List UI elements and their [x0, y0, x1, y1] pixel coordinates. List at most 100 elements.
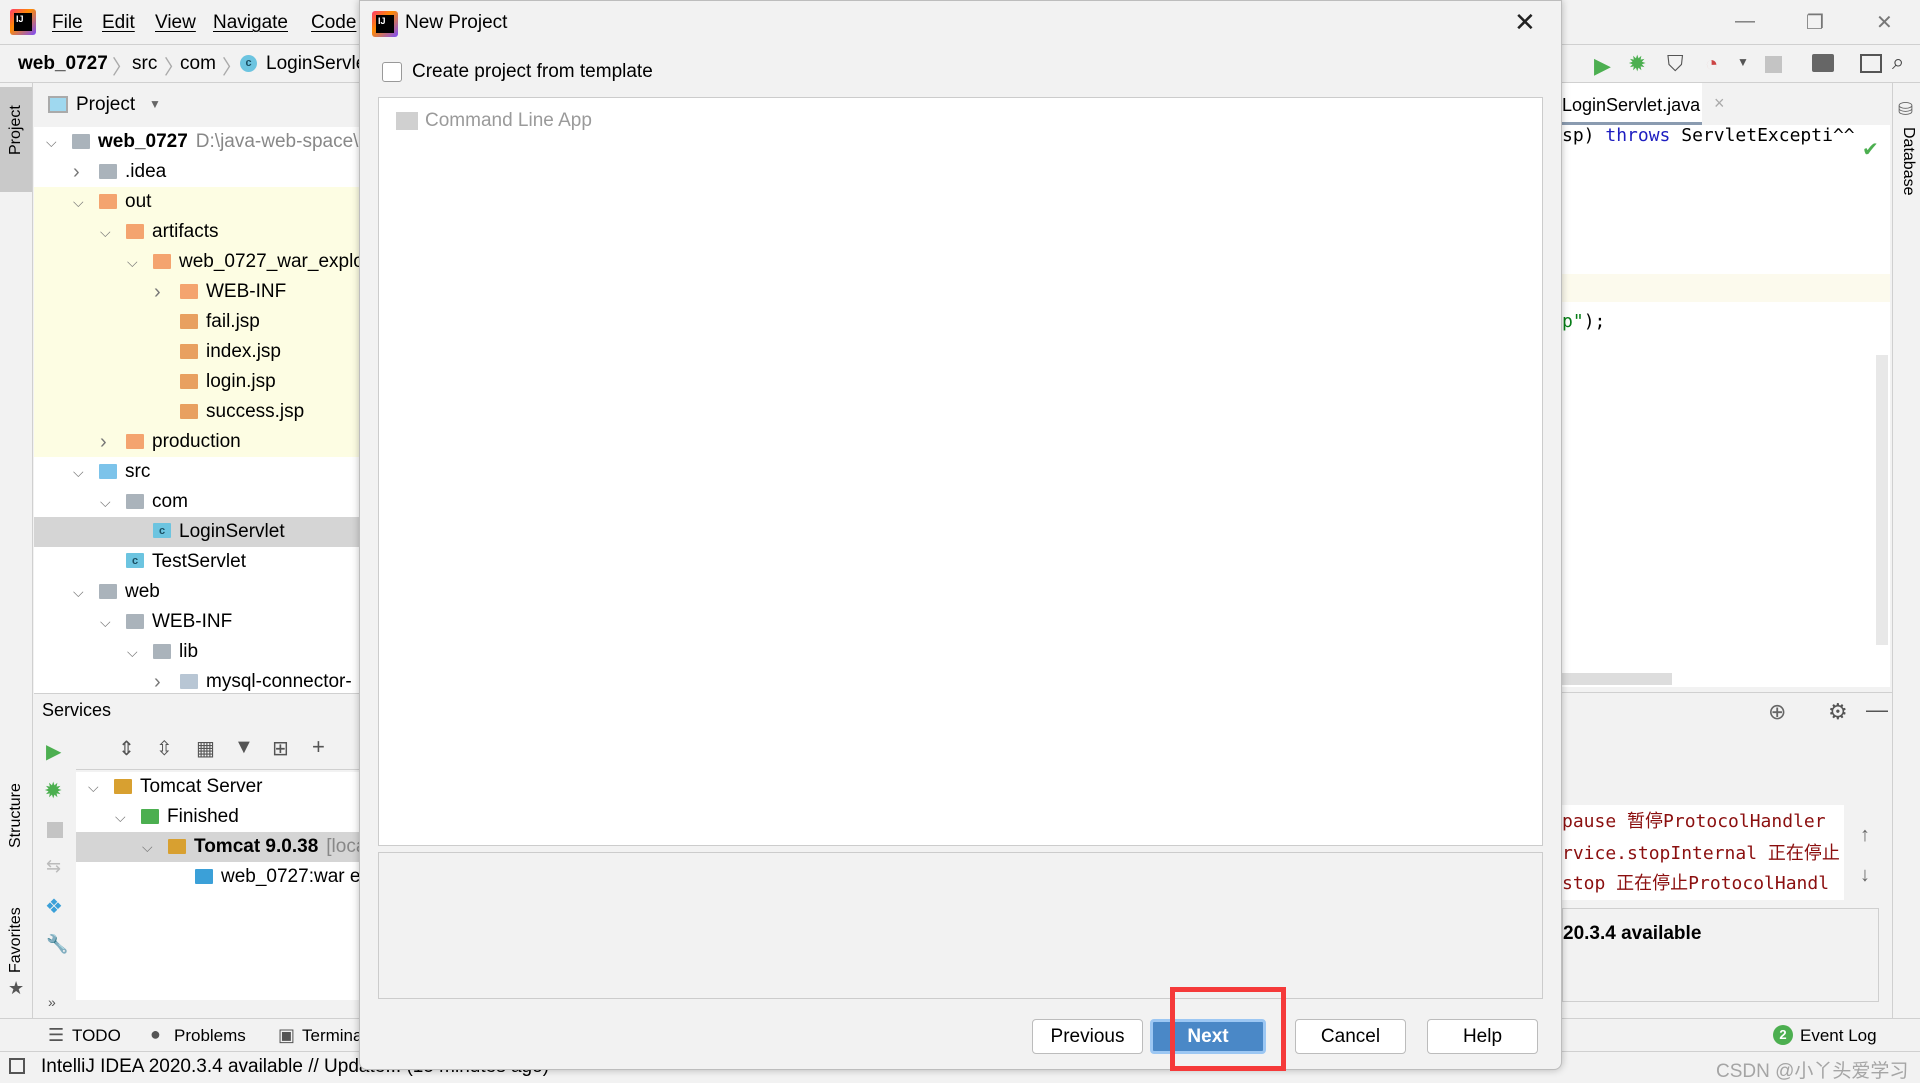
debug-icon[interactable]: ✹ — [1628, 51, 1646, 77]
todo-tab[interactable]: TODO — [72, 1026, 121, 1046]
terminal-tab[interactable]: Terminal — [302, 1026, 366, 1046]
expand-all-icon[interactable]: ⇕ — [118, 736, 135, 761]
tree-row[interactable]: login.jsp — [34, 367, 364, 397]
chevron-down-icon[interactable]: ⌵ — [100, 607, 111, 637]
tree-row[interactable]: ⌵ artifacts — [34, 217, 364, 247]
chevron-right-icon[interactable]: › — [100, 427, 107, 457]
run-icon[interactable]: ▶ — [46, 739, 61, 764]
favorites-tool-tab[interactable]: Favorites — [7, 907, 25, 973]
editor-scrollbar[interactable] — [1876, 355, 1888, 645]
breadcrumb-src[interactable]: src — [132, 53, 157, 75]
search-icon[interactable]: ⌕ — [1892, 49, 1904, 75]
breadcrumb-project[interactable]: web_0727 — [18, 53, 108, 75]
menu-edit[interactable]: Edit — [102, 12, 135, 34]
crosshair-icon[interactable]: ⊕ — [1768, 699, 1786, 725]
problems-tab[interactable]: Problems — [174, 1026, 246, 1046]
tree-row[interactable]: ⌵ lib — [34, 637, 364, 667]
project-view-selector[interactable]: Project — [76, 94, 135, 116]
close-dialog-icon[interactable]: ✕ — [1514, 7, 1536, 38]
tree-row[interactable]: › WEB-INF — [34, 277, 364, 307]
tree-row[interactable]: ⌵ src — [34, 457, 364, 487]
status-toggle-icon[interactable] — [9, 1058, 25, 1074]
tree-row[interactable]: ⌵ web — [34, 577, 364, 607]
group-icon[interactable]: ▦ — [196, 736, 215, 761]
tree-row[interactable]: ⌵ Tomcat 9.0.38 [local] — [76, 832, 406, 862]
tree-row[interactable]: › production — [34, 427, 364, 457]
run-anything-icon[interactable] — [1860, 54, 1882, 73]
artifact-icon[interactable]: ❖ — [45, 894, 63, 919]
chevron-down-icon[interactable]: ⌵ — [100, 217, 111, 247]
project-structure-icon[interactable] — [1812, 54, 1834, 72]
event-log-tab[interactable]: Event Log — [1800, 1026, 1877, 1046]
scroll-up-icon[interactable]: ↑ — [1860, 824, 1870, 847]
cancel-button[interactable]: Cancel — [1295, 1019, 1406, 1054]
coverage-icon[interactable]: ⛉ — [1667, 51, 1684, 77]
chevron-down-icon[interactable]: ⌵ — [142, 832, 153, 862]
database-tool-tab[interactable]: Database — [1899, 127, 1917, 196]
tree-row[interactable]: fail.jsp — [34, 307, 364, 337]
chevron-down-icon[interactable]: ⌵ — [115, 802, 126, 832]
close-tab-icon[interactable]: × — [1714, 93, 1725, 114]
chevron-down-icon[interactable]: ⌵ — [100, 487, 111, 517]
tree-row[interactable]: ⌵ Tomcat Server — [76, 772, 406, 802]
stop-icon[interactable] — [1765, 56, 1782, 73]
chevron-down-icon[interactable]: ⌵ — [127, 637, 138, 667]
editor-tab-loginservlet[interactable]: LoginServlet.java × — [1562, 83, 1725, 125]
tree-row[interactable]: c LoginServlet — [34, 517, 364, 547]
tree-row[interactable]: ⌵ com — [34, 487, 364, 517]
template-checkbox-label[interactable]: Create project from template — [412, 61, 653, 83]
collapse-all-icon[interactable]: ⇳ — [156, 736, 173, 761]
chevron-down-icon[interactable]: ⌵ — [46, 127, 57, 157]
menu-code[interactable]: Code — [311, 12, 356, 34]
run-icon[interactable]: ▶ — [1594, 53, 1611, 79]
tree-row[interactable]: › mysql-connector- — [34, 667, 364, 693]
tree-row[interactable]: ⌵ Finished — [76, 802, 406, 832]
menu-file[interactable]: File — [52, 12, 83, 34]
tree-row[interactable]: web_0727:war exploded — [76, 862, 427, 892]
editor-hscrollbar[interactable] — [1562, 673, 1672, 685]
tree-row[interactable]: ⌵ WEB-INF — [34, 607, 364, 637]
update-notification[interactable]: 20.3.4 available — [1562, 908, 1879, 1002]
debug-icon[interactable]: ✹ — [44, 778, 62, 804]
tree-row[interactable]: ⌵ web_0727_war_exploded — [34, 247, 364, 277]
structure-tool-tab[interactable]: Structure — [7, 783, 25, 848]
hide-icon[interactable]: — — [1866, 697, 1888, 723]
wrench-icon[interactable]: 🔧 — [46, 934, 68, 955]
template-checkbox[interactable] — [382, 62, 402, 82]
help-button[interactable]: Help — [1427, 1019, 1538, 1054]
deploy-icon[interactable]: ⇆ — [46, 856, 61, 877]
menu-navigate[interactable]: Navigate — [213, 12, 288, 34]
chevron-down-icon[interactable]: ⌵ — [127, 247, 138, 277]
tree-row[interactable]: c TestServlet — [34, 547, 364, 577]
restore-icon[interactable]: ❐ — [1806, 10, 1824, 35]
chevron-down-icon[interactable]: ⌵ — [73, 577, 84, 607]
tree-row[interactable]: index.jsp — [34, 337, 364, 367]
chevron-right-icon[interactable]: › — [154, 667, 161, 693]
chevron-right-icon[interactable]: › — [73, 157, 80, 187]
breadcrumb-class[interactable]: LoginServlet — [266, 53, 372, 75]
chevron-right-icon[interactable]: › — [154, 277, 161, 307]
scroll-down-icon[interactable]: ↓ — [1860, 864, 1870, 887]
gear-icon[interactable]: ⚙ — [1828, 699, 1848, 725]
code-editor[interactable]: sp) throws ServletExcepti^^ ✔ p"); — [1562, 125, 1890, 687]
tree-row[interactable]: ⌵ out — [34, 187, 364, 217]
previous-button[interactable]: Previous — [1032, 1019, 1143, 1054]
menu-view[interactable]: View — [155, 12, 196, 34]
project-tool-tab[interactable]: Project — [0, 87, 32, 192]
template-item[interactable]: Command Line App — [425, 110, 592, 132]
chevron-down-icon[interactable]: ▼ — [149, 97, 161, 111]
template-list[interactable]: Command Line App — [378, 97, 1543, 846]
stop-icon[interactable] — [47, 822, 63, 838]
chevron-down-icon[interactable]: ⌵ — [73, 187, 84, 217]
minimize-icon[interactable]: — — [1735, 10, 1755, 33]
dropdown-icon[interactable]: ▼ — [1737, 55, 1749, 69]
tree-row[interactable]: ⌵ web_0727 D:\java-web-space\ — [34, 127, 364, 157]
tree-row[interactable]: success.jsp — [34, 397, 364, 427]
breadcrumb-com[interactable]: com — [180, 53, 216, 75]
add-service-icon[interactable]: + — [312, 734, 325, 760]
new-tab-icon[interactable]: ⊞ — [272, 736, 289, 761]
more-icon[interactable]: » — [48, 994, 56, 1010]
console-output[interactable]: pause 暂停ProtocolHandler rvice.stopIntern… — [1562, 805, 1844, 900]
close-window-icon[interactable]: ✕ — [1876, 10, 1893, 35]
chevron-down-icon[interactable]: ⌵ — [88, 772, 99, 802]
